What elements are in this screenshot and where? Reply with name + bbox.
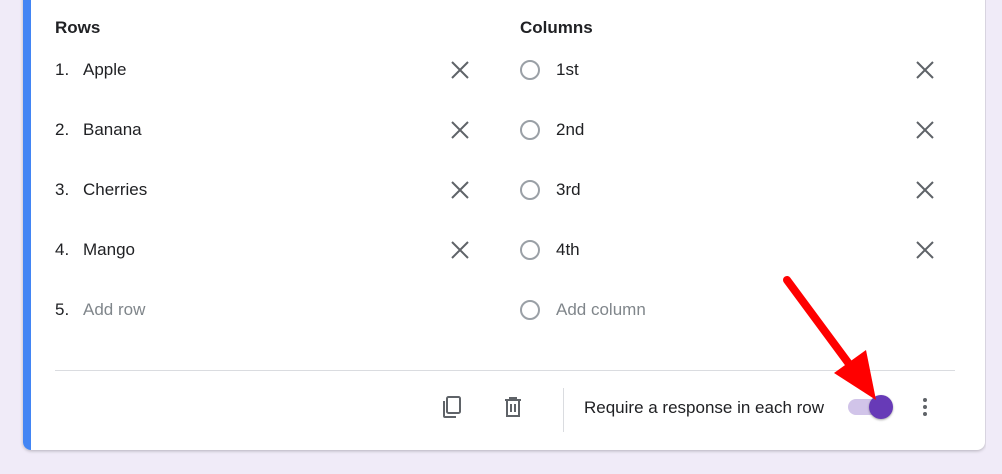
add-row[interactable]: 5. Add row bbox=[55, 290, 145, 330]
close-icon bbox=[451, 121, 469, 139]
delete-button[interactable] bbox=[499, 393, 527, 421]
column-label[interactable]: 1st bbox=[556, 60, 579, 80]
radio-icon bbox=[520, 120, 540, 140]
add-column[interactable]: Add column bbox=[520, 290, 646, 330]
trash-icon bbox=[505, 397, 521, 417]
row-number: 2. bbox=[55, 120, 70, 139]
copy-icon bbox=[443, 396, 461, 418]
more-vert-icon bbox=[923, 398, 927, 416]
remove-column-button[interactable] bbox=[911, 176, 939, 204]
column-item[interactable]: 3rd bbox=[520, 170, 581, 210]
add-column-input[interactable]: Add column bbox=[556, 300, 646, 320]
duplicate-button[interactable] bbox=[438, 393, 466, 421]
radio-icon bbox=[520, 300, 540, 320]
close-icon bbox=[916, 241, 934, 259]
column-item[interactable]: 1st bbox=[520, 50, 579, 90]
columns-title: Columns bbox=[520, 18, 593, 37]
close-icon bbox=[451, 61, 469, 79]
row-item[interactable]: 3. Cherries bbox=[55, 170, 147, 210]
row-item[interactable]: 1. Apple bbox=[55, 50, 126, 90]
page-background-edge bbox=[986, 0, 1002, 474]
row-number: 1. bbox=[55, 60, 70, 79]
row-number: 5. bbox=[55, 300, 70, 319]
radio-icon bbox=[520, 180, 540, 200]
remove-row-button[interactable] bbox=[446, 56, 474, 84]
remove-row-button[interactable] bbox=[446, 116, 474, 144]
row-number: 3. bbox=[55, 180, 70, 199]
row-label[interactable]: Banana bbox=[83, 120, 142, 140]
remove-row-button[interactable] bbox=[446, 176, 474, 204]
more-options-button[interactable] bbox=[913, 395, 937, 419]
row-item[interactable]: 4. Mango bbox=[55, 230, 135, 270]
column-label[interactable]: 3rd bbox=[556, 180, 581, 200]
remove-column-button[interactable] bbox=[911, 56, 939, 84]
close-icon bbox=[451, 181, 469, 199]
radio-icon bbox=[520, 240, 540, 260]
row-label[interactable]: Cherries bbox=[83, 180, 147, 200]
question-card: Rows 1. Apple 2. Banana 3. Cherries 4. M… bbox=[23, 0, 985, 450]
radio-icon bbox=[520, 60, 540, 80]
remove-row-button[interactable] bbox=[446, 236, 474, 264]
close-icon bbox=[451, 241, 469, 259]
close-icon bbox=[916, 61, 934, 79]
require-toggle[interactable] bbox=[869, 395, 893, 419]
footer-divider bbox=[55, 370, 955, 371]
remove-column-button[interactable] bbox=[911, 116, 939, 144]
require-response-label: Require a response in each row bbox=[584, 398, 825, 417]
row-label[interactable]: Mango bbox=[83, 240, 135, 260]
rows-title: Rows bbox=[55, 18, 101, 37]
row-item[interactable]: 2. Banana bbox=[55, 110, 142, 150]
footer-vertical-divider bbox=[563, 388, 564, 432]
active-accent-bar bbox=[23, 0, 31, 450]
column-item[interactable]: 2nd bbox=[520, 110, 584, 150]
close-icon bbox=[916, 121, 934, 139]
column-label[interactable]: 2nd bbox=[556, 120, 584, 140]
column-label[interactable]: 4th bbox=[556, 240, 580, 260]
row-number: 4. bbox=[55, 240, 70, 259]
column-item[interactable]: 4th bbox=[520, 230, 580, 270]
remove-column-button[interactable] bbox=[911, 236, 939, 264]
row-label[interactable]: Apple bbox=[83, 60, 126, 80]
close-icon bbox=[916, 181, 934, 199]
add-row-input[interactable]: Add row bbox=[83, 300, 145, 320]
